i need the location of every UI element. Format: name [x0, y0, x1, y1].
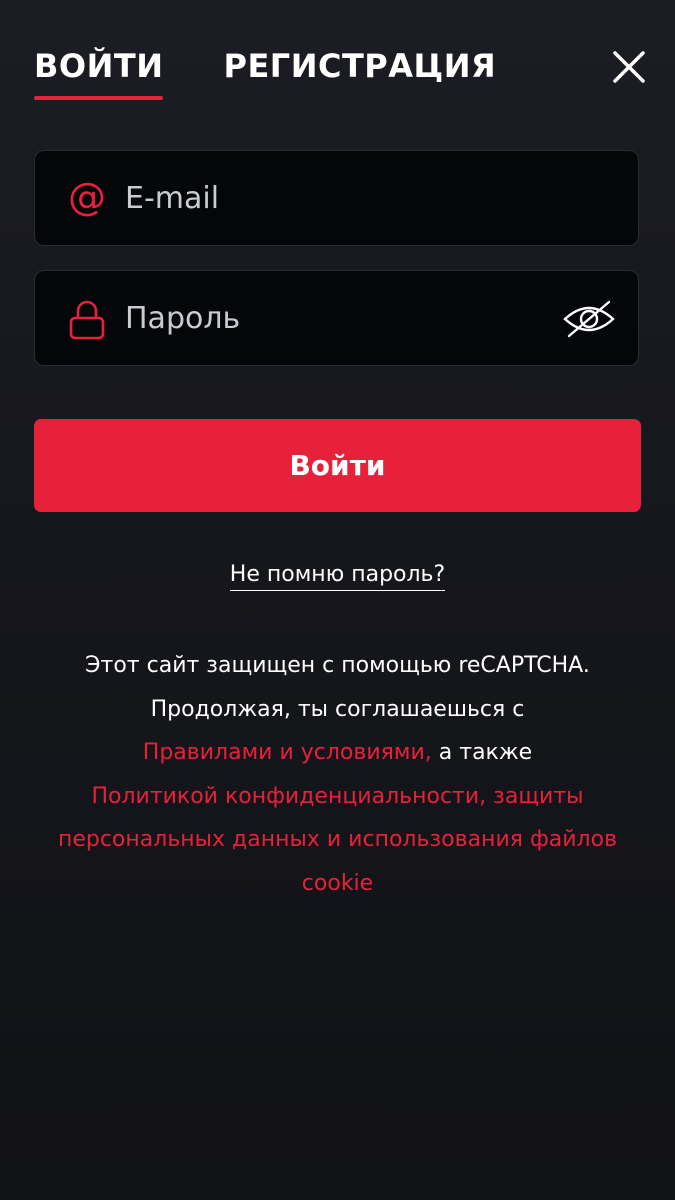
forgot-password: Не помню пароль?	[0, 562, 675, 591]
consent-text: Продолжая, ты соглашаешься с	[150, 696, 525, 722]
legal-notice: Этот сайт защищен с помощью reCAPTCHA. П…	[20, 644, 655, 905]
conjunction-text: а также	[431, 740, 533, 765]
password-input[interactable]	[125, 271, 545, 365]
password-visibility-toggle[interactable]	[561, 299, 617, 339]
eye-off-icon	[563, 300, 615, 338]
recaptcha-notice: Этот сайт защищен с помощью reCAPTCHA.	[85, 653, 590, 678]
email-input[interactable]	[125, 151, 545, 245]
svg-text:@: @	[68, 177, 106, 219]
email-field: @	[34, 150, 639, 246]
privacy-policy-link[interactable]: Политикой конфиденциальности, защиты пер…	[20, 775, 655, 906]
password-field	[34, 270, 639, 366]
close-icon	[613, 51, 645, 83]
terms-line: Правилами и условиями, а также	[20, 731, 655, 775]
tab-register[interactable]: РЕГИСТРАЦИЯ	[223, 44, 496, 100]
terms-link[interactable]: Правилами и условиями,	[143, 740, 432, 765]
close-button[interactable]	[612, 50, 646, 84]
tab-login[interactable]: ВОЙТИ	[34, 44, 164, 100]
at-sign-icon: @	[68, 177, 106, 219]
lock-icon	[69, 300, 105, 340]
auth-tabs: ВОЙТИ РЕГИСТРАЦИЯ	[34, 44, 496, 100]
forgot-password-link[interactable]: Не помню пароль?	[229, 562, 446, 591]
login-submit-button[interactable]: Войти	[34, 419, 641, 512]
